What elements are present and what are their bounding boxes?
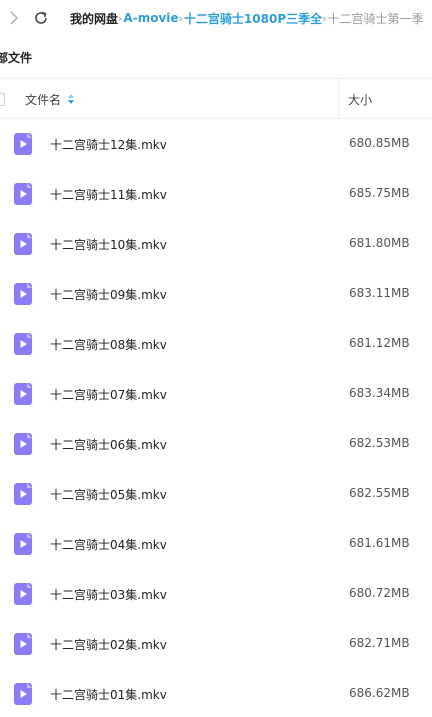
video-file-icon (14, 133, 32, 155)
file-row[interactable]: 十二宫骑士09集.mkv 683.11MB (0, 269, 432, 319)
file-size: 686.62MB (349, 686, 410, 700)
file-size: 683.34MB (349, 386, 410, 400)
file-row[interactable]: 十二宫骑士10集.mkv 681.80MB (0, 219, 432, 269)
file-row[interactable]: 十二宫骑士11集.mkv 685.75MB (0, 169, 432, 219)
sort-icon[interactable] (68, 93, 75, 107)
breadcrumb-item-series[interactable]: 十二宫骑士1080P三季全 (184, 10, 322, 27)
file-size: 681.61MB (349, 536, 410, 550)
breadcrumb-separator: › (178, 11, 183, 25)
file-name[interactable]: 十二宫骑士09集.mkv (50, 286, 167, 303)
file-size: 682.53MB (349, 436, 410, 450)
file-name[interactable]: 十二宫骑士04集.mkv (50, 536, 167, 553)
file-name[interactable]: 十二宫骑士11集.mkv (50, 186, 167, 203)
breadcrumb-item-a-movie[interactable]: A-movie (123, 11, 178, 25)
file-row[interactable]: 十二宫骑士01集.mkv 686.62MB (0, 669, 432, 717)
column-header-size[interactable]: 大小 (348, 91, 372, 108)
chevron-right-icon[interactable] (4, 8, 24, 28)
table-header: 文件名 大小 (0, 78, 432, 119)
breadcrumb-separator: › (118, 11, 123, 25)
video-file-icon (14, 633, 32, 655)
select-all-checkbox[interactable] (0, 93, 5, 106)
breadcrumb-separator: › (322, 11, 327, 25)
file-size: 682.71MB (349, 636, 410, 650)
file-name[interactable]: 十二宫骑士05集.mkv (50, 486, 167, 503)
file-row[interactable]: 十二宫骑士08集.mkv 681.12MB (0, 319, 432, 369)
column-header-name-label: 文件名 (25, 93, 62, 107)
file-row[interactable]: 十二宫骑士05集.mkv 682.55MB (0, 469, 432, 519)
file-size: 680.85MB (349, 136, 410, 150)
file-row[interactable]: 十二宫骑士02集.mkv 682.71MB (0, 619, 432, 669)
file-name[interactable]: 十二宫骑士03集.mkv (50, 586, 167, 603)
file-name[interactable]: 十二宫骑士06集.mkv (50, 436, 167, 453)
video-file-icon (14, 333, 32, 355)
column-header-name[interactable]: 文件名 (25, 91, 75, 108)
column-divider[interactable] (338, 79, 339, 119)
file-size: 681.80MB (349, 236, 410, 250)
file-row[interactable]: 十二宫骑士03集.mkv 680.72MB (0, 569, 432, 619)
video-file-icon (14, 483, 32, 505)
file-name[interactable]: 十二宫骑士12集.mkv (50, 136, 167, 153)
section-title: 部文件 (0, 51, 33, 65)
video-file-icon (14, 233, 32, 255)
video-file-icon (14, 183, 32, 205)
file-name[interactable]: 十二宫骑士02集.mkv (50, 636, 167, 653)
file-row[interactable]: 十二宫骑士06集.mkv 682.53MB (0, 419, 432, 469)
breadcrumb-item-current: 十二宫骑士第一季 (327, 11, 424, 26)
file-row[interactable]: 十二宫骑士07集.mkv 683.34MB (0, 369, 432, 419)
video-file-icon (14, 283, 32, 305)
file-name[interactable]: 十二宫骑士01集.mkv (50, 686, 167, 703)
video-file-icon (14, 583, 32, 605)
video-file-icon (14, 383, 32, 405)
top-bar: 我的网盘 › A-movie › 十二宫骑士1080P三季全 › 十二宫骑士第一… (0, 0, 432, 36)
file-name[interactable]: 十二宫骑士10集.mkv (50, 236, 167, 253)
file-size: 685.75MB (349, 186, 410, 200)
breadcrumb-item-root[interactable]: 我的网盘 (70, 10, 118, 27)
file-row[interactable]: 十二宫骑士04集.mkv 681.61MB (0, 519, 432, 569)
file-size: 683.11MB (349, 286, 410, 300)
file-size: 681.12MB (349, 336, 410, 350)
file-name[interactable]: 十二宫骑士08集.mkv (50, 336, 167, 353)
breadcrumb: 我的网盘 › A-movie › 十二宫骑士1080P三季全 › 十二宫骑士第一… (70, 0, 424, 36)
file-size: 682.55MB (349, 486, 410, 500)
file-list: 十二宫骑士12集.mkv 680.85MB 十二宫骑士11集.mkv 685.7… (0, 119, 432, 717)
file-name[interactable]: 十二宫骑士07集.mkv (50, 386, 167, 403)
file-row[interactable]: 十二宫骑士12集.mkv 680.85MB (0, 119, 432, 169)
video-file-icon (14, 683, 32, 705)
video-file-icon (14, 533, 32, 555)
refresh-icon[interactable] (31, 8, 51, 28)
video-file-icon (14, 433, 32, 455)
file-size: 680.72MB (349, 586, 410, 600)
